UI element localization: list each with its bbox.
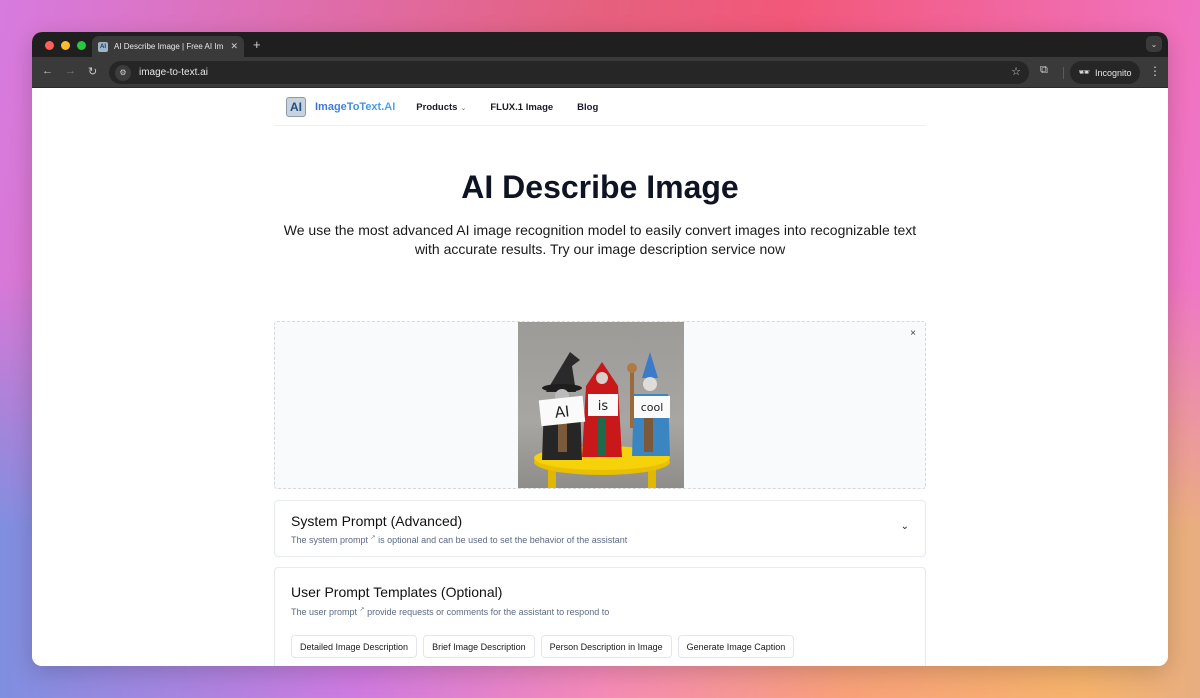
site-logo-icon[interactable]: AI	[286, 97, 306, 117]
template-generate-caption[interactable]: Generate Image Caption	[677, 635, 795, 658]
user-prompt-description: The user prompt ↗ provide requests or co…	[291, 606, 609, 617]
template-person-description[interactable]: Person Description in Image	[540, 635, 672, 658]
remove-image-button[interactable]: ×	[910, 328, 916, 339]
system-prompt-title: System Prompt (Advanced)	[291, 513, 463, 529]
favicon-icon: AI	[98, 41, 108, 52]
chevron-down-icon[interactable]: ⌄	[901, 521, 909, 532]
nav-flux-image[interactable]: FLUX.1 Image	[490, 102, 553, 113]
toolbar-divider	[1063, 67, 1064, 79]
site-navbar: AI ImageToText.AI Products ⌄ FLUX.1 Image…	[274, 89, 926, 126]
nav-blog[interactable]: Blog	[577, 102, 598, 113]
tab-search-icon[interactable]: ⌄	[1146, 36, 1162, 52]
browser-tab[interactable]: AI AI Describe Image | Free AI Im ✕	[92, 36, 244, 57]
incognito-icon: 🕶	[1078, 67, 1090, 77]
browser-window: AI AI Describe Image | Free AI Im ✕ + ⌄ …	[32, 32, 1168, 666]
web-page: AI ImageToText.AI Products ⌄ FLUX.1 Image…	[32, 89, 1168, 666]
incognito-label: Incognito	[1094, 67, 1132, 78]
new-tab-button[interactable]: +	[253, 37, 261, 52]
incognito-badge[interactable]: 🕶 Incognito	[1070, 61, 1140, 84]
page-title: AI Describe Image	[461, 169, 739, 205]
page-container: AI ImageToText.AI Products ⌄ FLUX.1 Image…	[274, 89, 926, 666]
wizard-figurines-image: AI is cool	[534, 352, 670, 488]
sign-text-is: is	[598, 399, 609, 414]
nav-products-label: Products	[416, 101, 458, 113]
external-link-icon[interactable]: ↗	[360, 607, 365, 613]
url-text[interactable]: image-to-text.ai	[139, 67, 208, 78]
address-bar[interactable]: ⚙ image-to-text.ai ☆	[109, 61, 1029, 84]
tab-strip: AI AI Describe Image | Free AI Im ✕ + ⌄	[32, 32, 1168, 57]
system-prompt-description: The system prompt ↗ is optional and can …	[291, 534, 627, 545]
user-prompt-title: User Prompt Templates (Optional)	[291, 584, 503, 600]
system-prompt-card[interactable]: System Prompt (Advanced) The system prom…	[274, 500, 926, 557]
browser-menu-icon[interactable]: ⋮	[1149, 64, 1161, 78]
window-controls	[45, 41, 86, 50]
close-window-button[interactable]	[45, 41, 54, 50]
image-upload-dropzone[interactable]: AI is cool ×	[274, 321, 926, 489]
user-prompt-desc-after: provide requests or comments for the ass…	[367, 607, 610, 617]
close-tab-icon[interactable]: ✕	[230, 41, 238, 52]
uploaded-image-preview: AI is cool	[518, 322, 684, 488]
external-link-icon[interactable]: ↗	[371, 535, 376, 541]
system-prompt-desc-after: is optional and can be used to set the b…	[378, 535, 628, 545]
extensions-icon[interactable]: ⧉	[1040, 64, 1048, 77]
tab-title: AI Describe Image | Free AI Im	[114, 42, 224, 51]
chevron-down-icon: ⌄	[460, 104, 467, 112]
page-subtitle: We use the most advanced AI image recogn…	[283, 222, 917, 257]
sign-text-ai: AI	[554, 402, 570, 421]
system-prompt-desc-before: The system prompt	[291, 535, 369, 545]
prompt-template-list: Detailed Image Description Brief Image D…	[291, 635, 911, 658]
maximize-window-button[interactable]	[77, 41, 86, 50]
site-settings-icon[interactable]: ⚙	[115, 64, 131, 81]
forward-arrow-icon[interactable]: →	[65, 65, 76, 77]
brand-link[interactable]: ImageToText.AI	[315, 101, 395, 113]
browser-toolbar: ← → ↻ ⚙ image-to-text.ai ☆ ⧉ 🕶 Incognito…	[32, 57, 1168, 88]
reload-icon[interactable]: ↻	[88, 65, 97, 78]
template-brief-description[interactable]: Brief Image Description	[423, 635, 535, 658]
back-arrow-icon[interactable]: ←	[42, 65, 53, 77]
sign-text-cool: cool	[641, 401, 664, 414]
minimize-window-button[interactable]	[61, 41, 70, 50]
user-prompt-desc-before: The user prompt	[291, 607, 358, 617]
bookmark-star-icon[interactable]: ☆	[1011, 65, 1021, 78]
nav-products[interactable]: Products ⌄	[416, 102, 466, 113]
user-prompt-card: User Prompt Templates (Optional) The use…	[274, 567, 926, 666]
template-detailed-description[interactable]: Detailed Image Description	[291, 635, 418, 658]
